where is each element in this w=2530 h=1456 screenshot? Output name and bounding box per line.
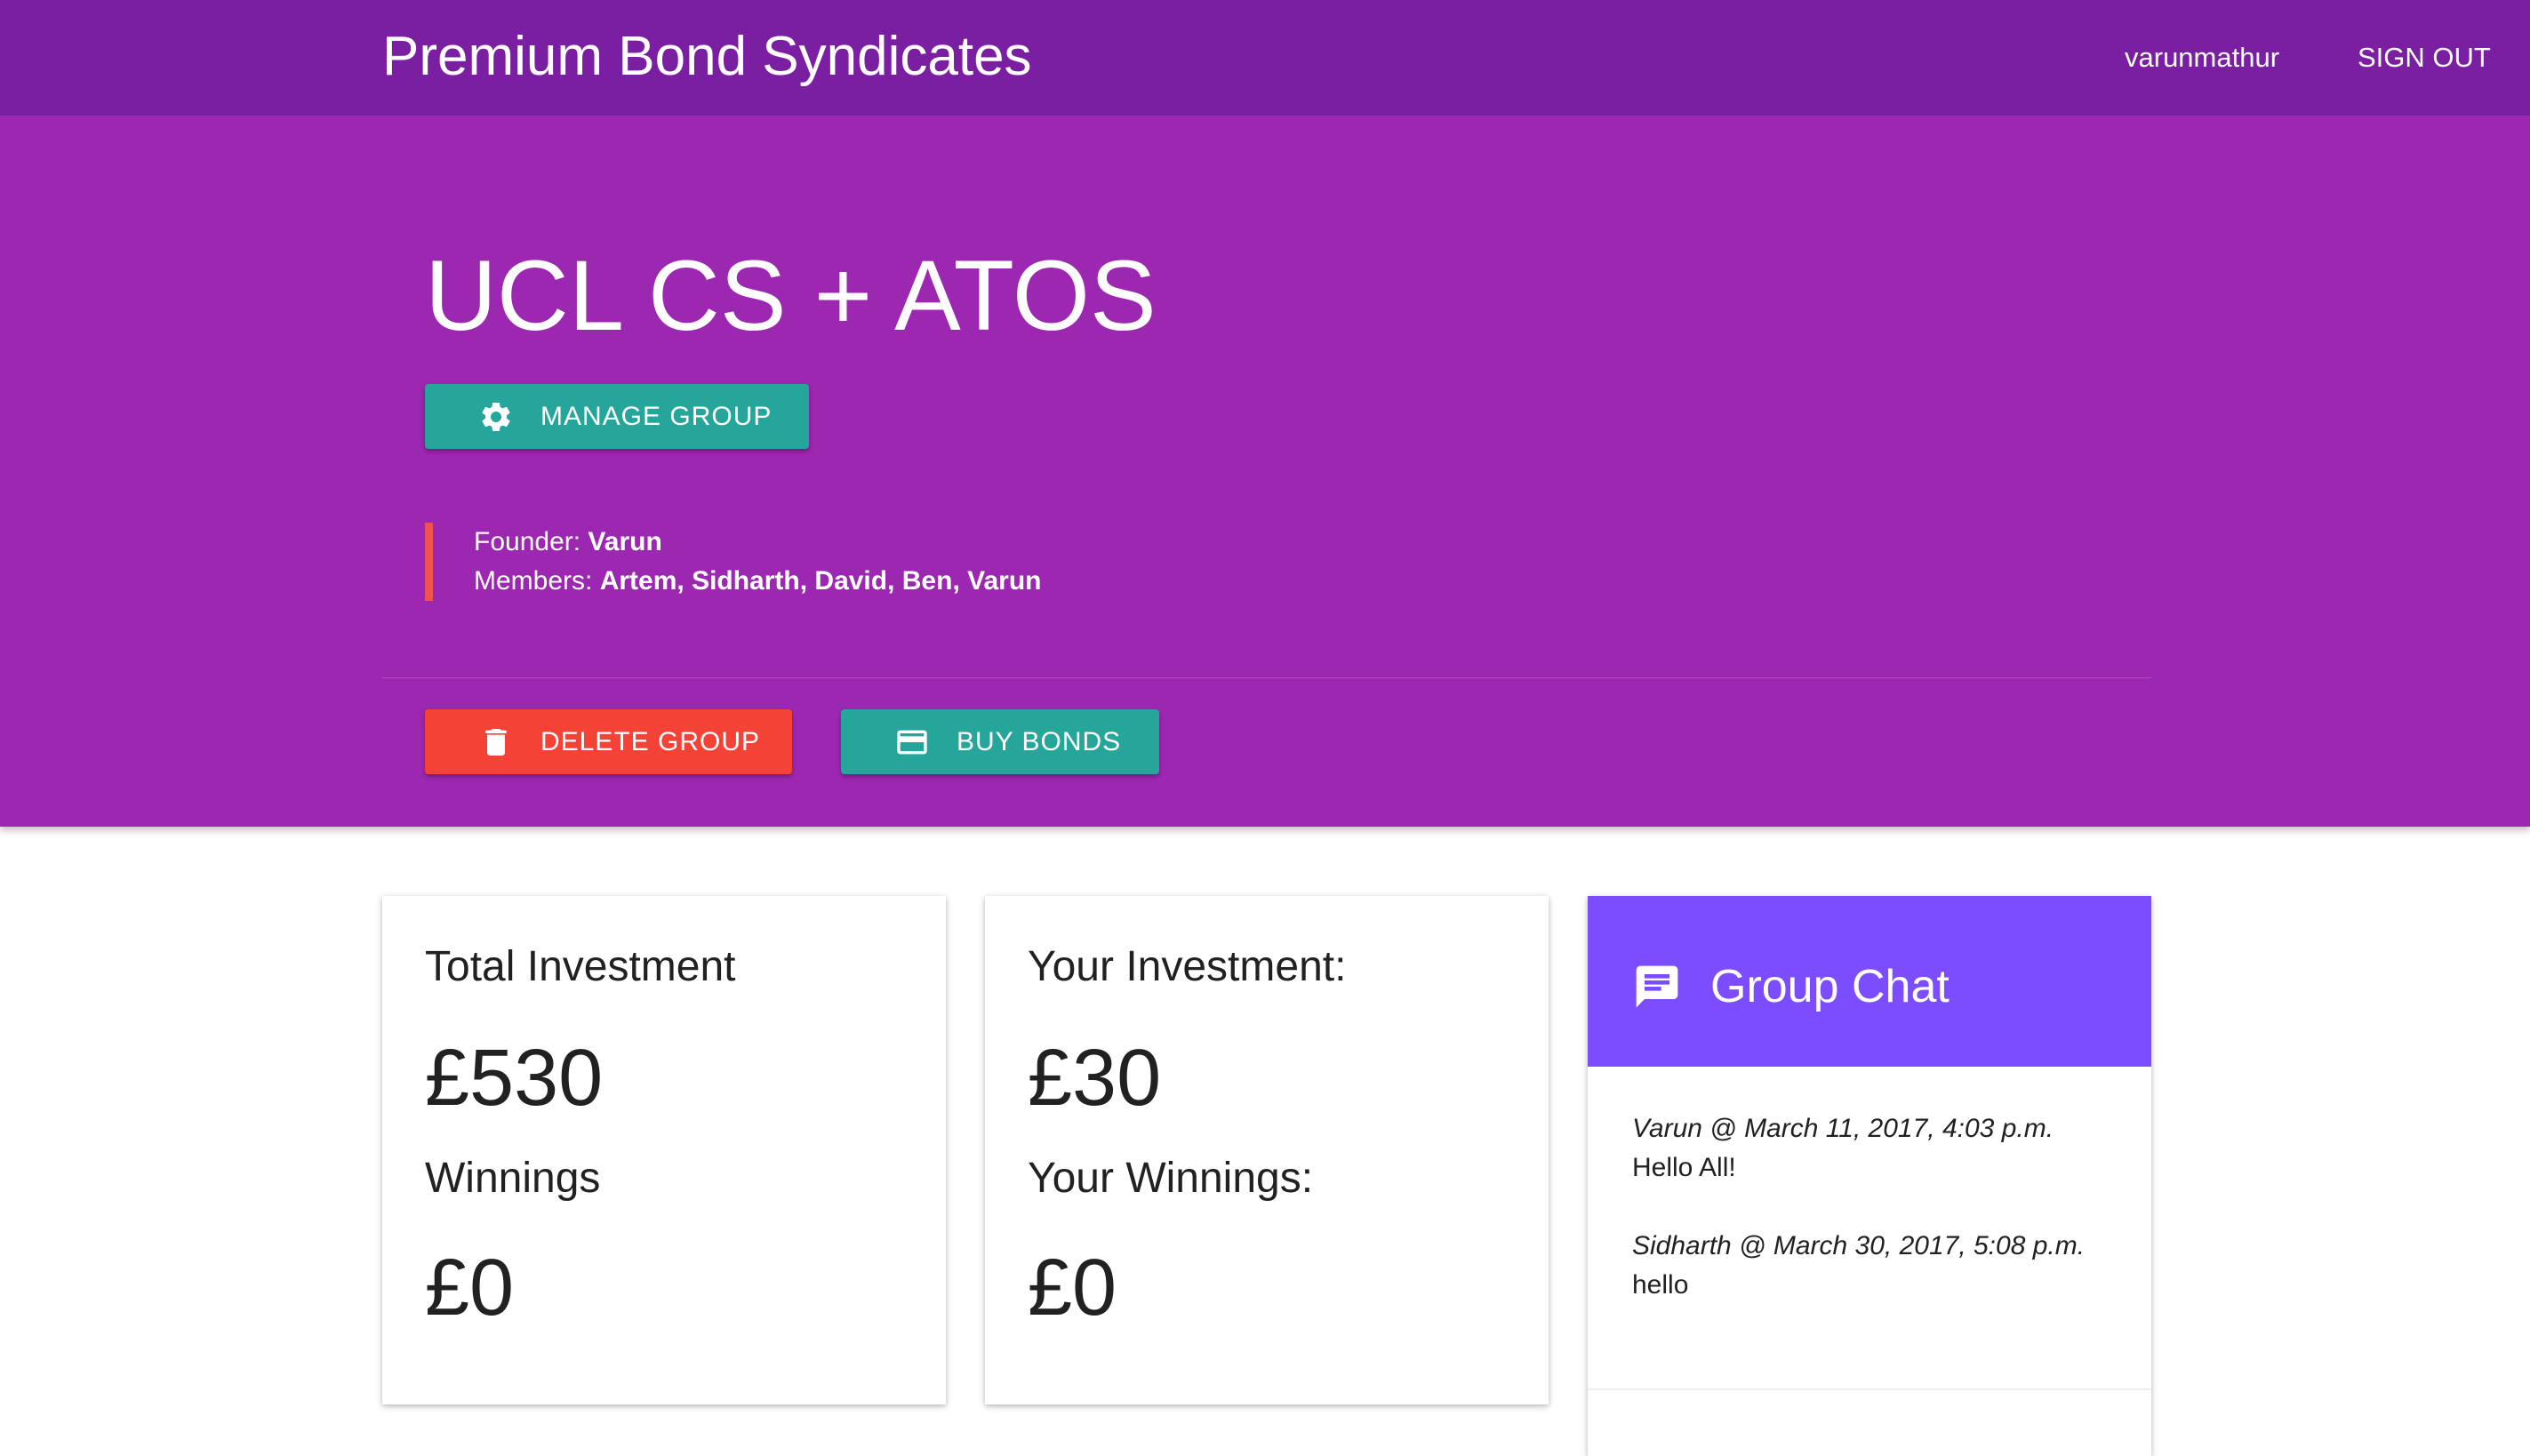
- chat-divider: [1588, 1388, 2151, 1390]
- buy-bonds-label: BUY BONDS: [957, 726, 1122, 756]
- your-investment-label: Your Investment:: [1028, 943, 1347, 990]
- chat-message: Sidharth @ March 30, 2017, 5:08 p.m. hel…: [1632, 1227, 2130, 1305]
- trash-icon: [478, 724, 514, 760]
- nav-username[interactable]: varunmathur: [2125, 36, 2279, 80]
- your-winnings-value: £0: [1028, 1244, 1117, 1332]
- chat-message-meta: Varun @ March 11, 2017, 4:03 p.m.: [1632, 1114, 2054, 1143]
- manage-group-label: MANAGE GROUP: [540, 401, 773, 431]
- manage-group-button[interactable]: MANAGE GROUP: [425, 384, 809, 449]
- founder-name: Varun: [588, 527, 662, 556]
- top-app-bar: Premium Bond Syndicates varunmathur SIGN…: [0, 0, 2530, 116]
- chat-message-text: Hello All!: [1632, 1153, 1736, 1182]
- group-hero: UCL CS + ATOS MANAGE GROUP Founder: Varu…: [0, 116, 2530, 827]
- founder-label: Founder:: [474, 527, 581, 556]
- members-names: Artem, Sidharth, David, Ben, Varun: [599, 566, 1042, 596]
- members-label: Members:: [474, 566, 593, 596]
- chat-bubble-icon: [1632, 962, 1682, 1012]
- credit-card-icon: [894, 724, 930, 760]
- sign-out-link[interactable]: SIGN OUT: [2358, 36, 2491, 80]
- winnings-label: Winnings: [425, 1155, 601, 1202]
- your-investment-value: £30: [1028, 1034, 1162, 1123]
- buy-bonds-button[interactable]: BUY BONDS: [841, 709, 1159, 774]
- total-investment-label: Total Investment: [425, 943, 736, 990]
- divider: [382, 677, 2151, 678]
- group-chat-card: Group Chat Varun @ March 11, 2017, 4:03 …: [1588, 896, 2151, 1456]
- total-investment-card: Total Investment £530 Winnings £0: [382, 896, 946, 1404]
- gear-icon: [478, 399, 514, 435]
- delete-group-label: DELETE GROUP: [540, 726, 761, 756]
- chat-title: Group Chat: [1710, 961, 1950, 1012]
- chat-message-meta: Sidharth @ March 30, 2017, 5:08 p.m.: [1632, 1231, 2086, 1260]
- chat-message: Varun @ March 11, 2017, 4:03 p.m. Hello …: [1632, 1109, 2130, 1188]
- your-investment-card: Your Investment: £30 Your Winnings: £0: [985, 896, 1549, 1404]
- your-winnings-label: Your Winnings:: [1028, 1155, 1314, 1202]
- page-title: UCL CS + ATOS: [425, 240, 1157, 351]
- brand-logo[interactable]: Premium Bond Syndicates: [382, 21, 1032, 92]
- chat-messages: Varun @ March 11, 2017, 4:03 p.m. Hello …: [1632, 1109, 2130, 1344]
- winnings-value: £0: [425, 1244, 515, 1332]
- delete-group-button[interactable]: DELETE GROUP: [425, 709, 792, 774]
- chat-header: Group Chat: [1588, 896, 2151, 1067]
- group-info: Founder: Varun Members: Artem, Sidharth,…: [425, 523, 1225, 601]
- chat-message-text: hello: [1632, 1270, 1689, 1300]
- founder-line: Founder: Varun: [474, 523, 1225, 562]
- total-investment-value: £530: [425, 1034, 604, 1123]
- members-line: Members: Artem, Sidharth, David, Ben, Va…: [474, 562, 1225, 601]
